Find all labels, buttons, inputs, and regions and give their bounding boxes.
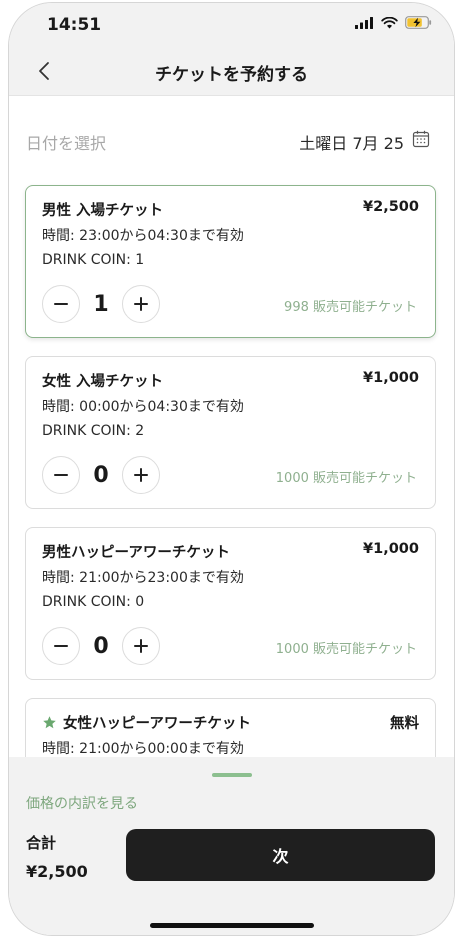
quantity-value: 1 bbox=[93, 291, 109, 317]
quantity-value: 0 bbox=[93, 462, 109, 488]
ticket-price: ¥1,000 bbox=[363, 370, 419, 386]
ticket-list-scroll[interactable]: 日付を選択 土曜日 7月 25 男性 入場チケット ¥2,500 時間: 23:… bbox=[9, 95, 454, 757]
minus-icon bbox=[54, 474, 68, 476]
minus-icon bbox=[54, 645, 68, 647]
ticket-name: 女性 入場チケット bbox=[42, 374, 164, 390]
drink-coin: DRINK COIN: 2 bbox=[42, 423, 145, 439]
ticket-name: 男性 入場チケット bbox=[42, 203, 164, 219]
increment-button[interactable] bbox=[122, 285, 160, 323]
ticket-valid-time: 時間: 00:00から04:30まで有効 bbox=[42, 399, 244, 415]
price-breakdown-link[interactable]: 価格の内訳を見る bbox=[26, 793, 138, 813]
minus-icon bbox=[54, 303, 68, 305]
ticket-card[interactable]: 男性ハッピーアワーチケット ¥1,000 時間: 21:00から23:00まで有… bbox=[25, 527, 436, 680]
decrement-button[interactable] bbox=[42, 456, 80, 494]
available-count: 1000 販売可能チケット bbox=[275, 471, 417, 486]
status-time: 14:51 bbox=[47, 15, 102, 35]
cellular-signal-icon bbox=[355, 16, 373, 29]
home-indicator bbox=[150, 923, 314, 928]
ticket-price: ¥1,000 bbox=[363, 541, 419, 557]
plus-icon bbox=[134, 639, 148, 653]
sheet-handle[interactable] bbox=[212, 773, 252, 777]
ticket-valid-time: 時間: 23:00から04:30まで有効 bbox=[42, 228, 244, 244]
checkout-sheet: 価格の内訳を見る 合計 ¥2,500 次 bbox=[9, 757, 454, 935]
ticket-card[interactable]: 女性ハッピーアワーチケット 無料 時間: 21:00から00:00まで有効 bbox=[25, 698, 436, 757]
page-title: チケットを予約する bbox=[155, 65, 308, 85]
plus-icon bbox=[134, 468, 148, 482]
navigation-bar: チケットを予約する bbox=[9, 47, 454, 95]
ticket-name: 女性ハッピーアワーチケット bbox=[63, 716, 251, 732]
available-count: 1000 販売可能チケット bbox=[275, 642, 417, 657]
selected-date[interactable]: 土曜日 7月 25 bbox=[299, 130, 404, 154]
decrement-button[interactable] bbox=[42, 285, 80, 323]
decrement-button[interactable] bbox=[42, 627, 80, 665]
next-button[interactable]: 次 bbox=[126, 829, 435, 881]
screen: 14:51 チケットを予約する 日付を選択 土曜日 7月 25 男性 入場チケッ… bbox=[9, 3, 454, 935]
total-label: 合計 bbox=[26, 834, 57, 852]
wifi-icon bbox=[381, 16, 398, 28]
ticket-card[interactable]: 男性 入場チケット ¥2,500 時間: 23:00から04:30まで有効 DR… bbox=[25, 185, 436, 338]
drink-coin: DRINK COIN: 1 bbox=[42, 252, 145, 268]
increment-button[interactable] bbox=[122, 627, 160, 665]
status-icons bbox=[355, 16, 432, 29]
date-selector[interactable]: 日付を選択 土曜日 7月 25 bbox=[9, 96, 454, 182]
quantity-stepper: 1 bbox=[42, 285, 160, 323]
battery-charging-icon bbox=[405, 16, 432, 29]
star-icon bbox=[43, 716, 56, 729]
ticket-name-row: 女性ハッピーアワーチケット bbox=[42, 712, 251, 733]
ticket-card[interactable]: 女性 入場チケット ¥1,000 時間: 00:00から04:30まで有効 DR… bbox=[25, 356, 436, 509]
available-count: 998 販売可能チケット bbox=[284, 300, 417, 315]
phone-frame: 14:51 チケットを予約する 日付を選択 土曜日 7月 25 男性 入場チケッ… bbox=[8, 2, 455, 936]
ticket-valid-time: 時間: 21:00から23:00まで有効 bbox=[42, 570, 244, 586]
date-label: 日付を選択 bbox=[26, 134, 107, 153]
ticket-valid-time: 時間: 21:00から00:00まで有効 bbox=[42, 741, 244, 757]
ticket-price: ¥2,500 bbox=[363, 199, 419, 215]
status-bar: 14:51 bbox=[9, 3, 454, 47]
drink-coin: DRINK COIN: 0 bbox=[42, 594, 145, 610]
plus-icon bbox=[134, 297, 148, 311]
total-value: ¥2,500 bbox=[26, 862, 88, 881]
increment-button[interactable] bbox=[122, 456, 160, 494]
ticket-name: 男性ハッピーアワーチケット bbox=[42, 545, 230, 561]
quantity-stepper: 0 bbox=[42, 456, 160, 494]
quantity-value: 0 bbox=[93, 633, 109, 659]
quantity-stepper: 0 bbox=[42, 627, 160, 665]
ticket-price: 無料 bbox=[390, 716, 419, 732]
calendar-icon[interactable] bbox=[412, 130, 430, 148]
